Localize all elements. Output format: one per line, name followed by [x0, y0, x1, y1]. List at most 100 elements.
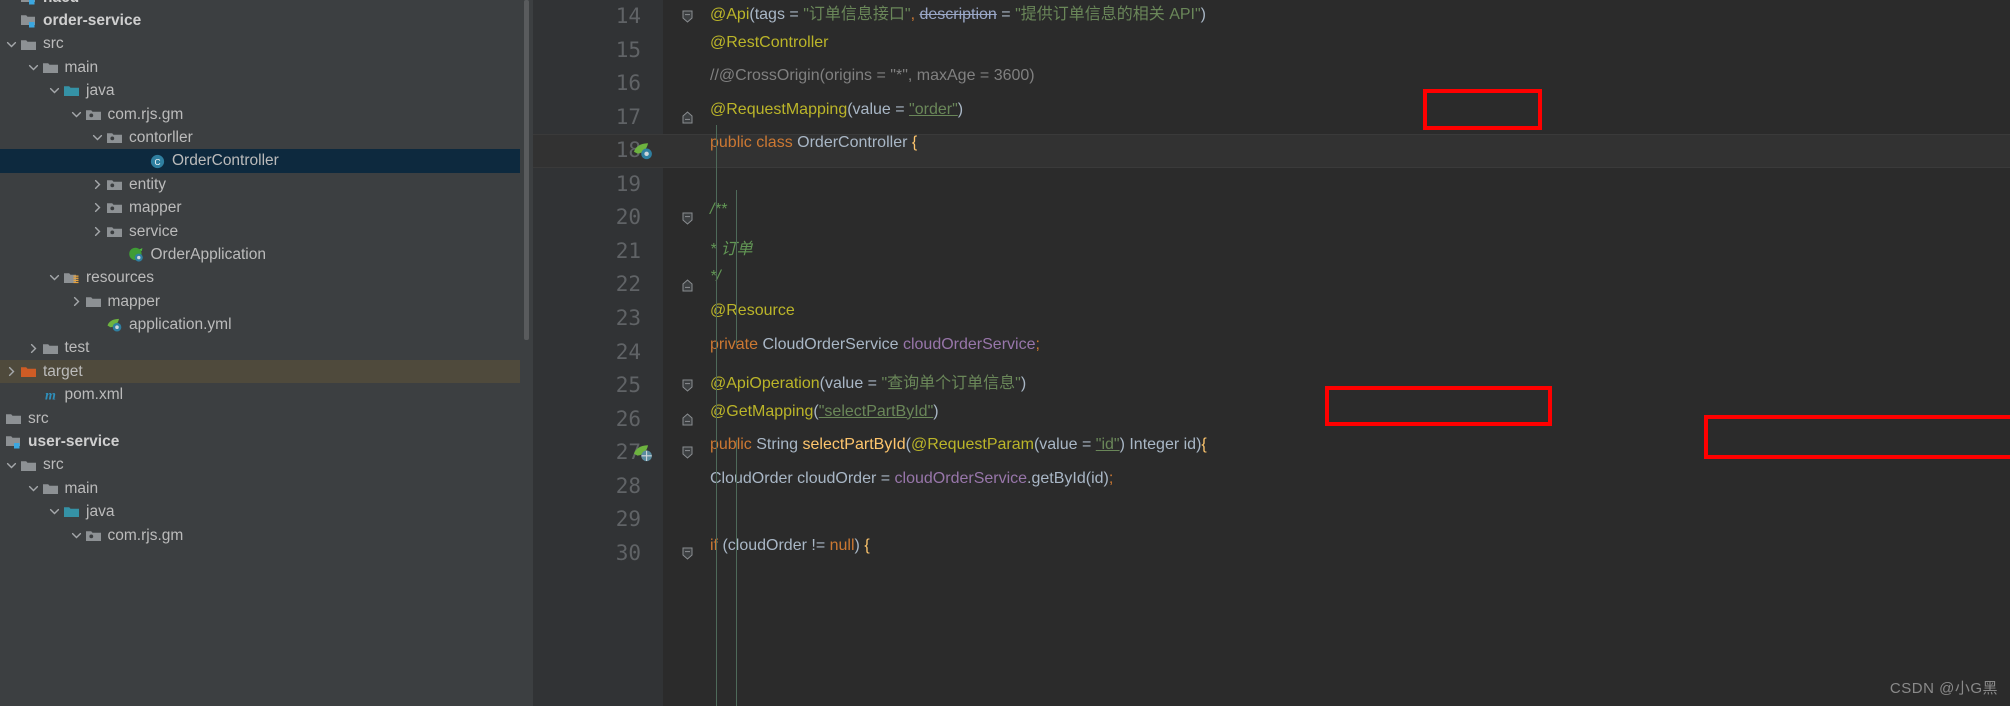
tree-item-label: src	[43, 35, 64, 53]
web-mapping-icon[interactable]	[633, 442, 654, 463]
tree-item-java[interactable]: java	[0, 500, 520, 523]
maven-icon: m	[41, 383, 60, 406]
fold-region-end-icon[interactable]	[678, 537, 696, 571]
code-line-text[interactable]: if (cloudOrder != null) {	[710, 537, 870, 571]
line-number: 25	[615, 373, 641, 398]
code-line-text[interactable]: public class OrderController {	[710, 134, 917, 168]
tree-item-label: user-service	[28, 433, 120, 451]
tree-item-label: src	[43, 456, 64, 474]
code-line-text[interactable]: public String selectPartById(@RequestPar…	[710, 436, 1207, 470]
indent-guide	[736, 190, 737, 345]
code-line-text[interactable]: @ApiOperation(value = "查询单个订单信息")	[710, 369, 1026, 403]
code-line-text[interactable]: @Api(tags = "订单信息接口", description = "提供订…	[710, 0, 1206, 34]
chevron-right-icon[interactable]	[26, 336, 41, 359]
package-icon	[105, 126, 124, 149]
tree-item-main[interactable]: main	[0, 477, 520, 500]
folder-icon	[4, 407, 23, 430]
line-number: 24	[615, 339, 641, 364]
indent-guide	[716, 125, 717, 375]
chevron-down-icon[interactable]	[69, 524, 84, 547]
code-line-text[interactable]: //@CrossOrigin(origins = "*", maxAge = 3…	[710, 67, 1035, 101]
tree-item-src[interactable]: src	[0, 453, 520, 476]
tree-item-order-service[interactable]: order-service	[0, 9, 520, 32]
tree-item-com-rjs-gm[interactable]: com.rjs.gm	[0, 103, 520, 126]
spring-bean-icon[interactable]	[633, 140, 654, 161]
chevron-down-icon[interactable]	[26, 477, 41, 500]
fold-region-end-icon[interactable]	[678, 201, 696, 235]
tree-item-orderapplication[interactable]: OrderApplication	[0, 243, 520, 266]
code-editor[interactable]: 14 @Api(tags = "订单信息接口", description = "提…	[520, 0, 2010, 706]
line-number: 19	[615, 171, 641, 196]
chevron-down-icon[interactable]	[69, 103, 84, 126]
line-number: 22	[615, 272, 641, 297]
line-number: 14	[615, 4, 641, 28]
folder-icon	[41, 336, 60, 359]
code-line-text[interactable]: @RestController	[710, 34, 829, 68]
folder-resource-icon	[62, 266, 81, 289]
fold-region-end-icon[interactable]	[678, 369, 696, 403]
tree-item-com-rjs-gm[interactable]: com.rjs.gm	[0, 524, 520, 547]
tree-item-ordercontroller[interactable]: C OrderController	[0, 149, 520, 173]
tree-item-src[interactable]: src	[0, 32, 520, 55]
tree-item-label: main	[64, 479, 99, 497]
tree-item-java[interactable]: java	[0, 79, 520, 102]
chevron-down-icon[interactable]	[26, 56, 41, 79]
tree-item-user-service[interactable]: user-service	[0, 430, 520, 453]
tree-item-main[interactable]: main	[0, 56, 520, 79]
chevron-right-icon[interactable]	[90, 196, 105, 219]
tree-item-entity[interactable]: entity	[0, 173, 520, 196]
indent-guide	[736, 440, 737, 706]
code-line-text[interactable]: @GetMapping("selectPartById")	[710, 403, 939, 437]
tree-item-nacd[interactable]: nacd	[0, 0, 520, 9]
tree-item-label: java	[86, 82, 115, 100]
fold-region-end-icon[interactable]	[678, 0, 696, 34]
tree-item-label: nacd	[43, 0, 79, 9]
chevron-down-icon[interactable]	[4, 32, 19, 55]
line-number: 17	[615, 104, 641, 129]
folder-icon	[19, 32, 38, 55]
folder-source-icon	[62, 500, 81, 523]
chevron-down-icon[interactable]	[4, 453, 19, 476]
java-class-icon: C	[148, 149, 167, 172]
editor-left-strip	[520, 0, 533, 706]
tree-item-application-yml[interactable]: application.yml	[0, 313, 520, 336]
package-icon	[84, 103, 103, 126]
chevron-down-icon[interactable]	[90, 126, 105, 149]
fold-region-start-icon[interactable]	[678, 268, 696, 302]
package-icon	[105, 220, 124, 243]
tree-item-contorller[interactable]: contorller	[0, 126, 520, 149]
project-tree-panel[interactable]: nacdorder-servicesrcmainjavacom.rjs.gmco…	[0, 0, 520, 706]
line-number: 28	[615, 473, 641, 498]
tree-item-target[interactable]: target	[0, 359, 520, 384]
editor-scrollbar[interactable]	[524, 0, 529, 340]
chevron-down-icon[interactable]	[47, 266, 62, 289]
tree-item-src[interactable]: src	[0, 407, 520, 430]
chevron-down-icon[interactable]	[47, 500, 62, 523]
code-line-text[interactable]: @RequestMapping(value = "order")	[710, 101, 963, 135]
fold-region-start-icon[interactable]	[678, 101, 696, 135]
code-line-text[interactable]: @Resource	[710, 302, 795, 336]
fold-region-start-icon[interactable]	[678, 403, 696, 437]
tree-item-label: com.rjs.gm	[107, 105, 184, 123]
tree-item-mapper[interactable]: mapper	[0, 196, 520, 219]
code-line-text[interactable]: /**	[710, 201, 727, 235]
tree-item-pom-xml[interactable]: m pom.xml	[0, 383, 520, 406]
tree-item-label: order-service	[43, 12, 142, 29]
highlight-box-request-param	[1704, 415, 2010, 459]
fold-region-end-icon[interactable]	[678, 436, 696, 470]
chevron-down-icon[interactable]	[47, 79, 62, 102]
chevron-right-icon[interactable]	[90, 220, 105, 243]
chevron-right-icon[interactable]	[4, 360, 19, 383]
tree-item-resources[interactable]: resources	[0, 266, 520, 289]
tree-item-test[interactable]: test	[0, 336, 520, 359]
code-line-text[interactable]: private CloudOrderService cloudOrderServ…	[710, 336, 1040, 370]
folder-icon	[41, 477, 60, 500]
tree-item-service[interactable]: service	[0, 220, 520, 243]
line-number: 23	[615, 305, 641, 330]
line-number: 20	[615, 205, 641, 230]
chevron-right-icon[interactable]	[90, 173, 105, 196]
chevron-right-icon[interactable]	[69, 290, 84, 313]
tree-item-mapper[interactable]: mapper	[0, 290, 520, 313]
spring-yaml-icon	[105, 313, 124, 336]
code-line-text[interactable]: CloudOrder cloudOrder = cloudOrderServic…	[710, 470, 1113, 504]
